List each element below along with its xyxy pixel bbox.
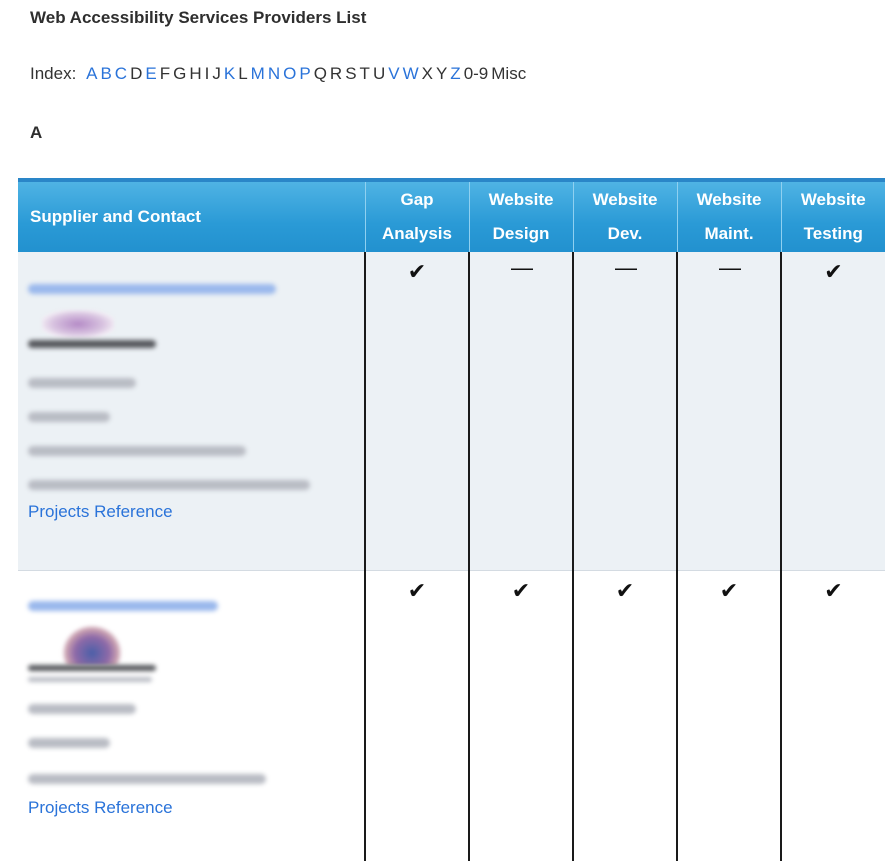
header-gap-analysis: Gap Analysis — [364, 178, 469, 252]
supplier-logo-caption — [28, 340, 156, 348]
supplier-logo-tagline — [28, 677, 152, 682]
index-letter-s: S — [345, 64, 357, 83]
index-letter-l: L — [238, 64, 248, 83]
index-letter-r: R — [329, 64, 343, 83]
cell-website-maint: ✔ — [676, 570, 781, 861]
check-icon: ✔ — [719, 578, 739, 603]
index-letter-k[interactable]: K — [224, 64, 235, 83]
supplier-logo — [42, 310, 114, 338]
check-icon: ✔ — [824, 578, 843, 603]
index-letter-x: X — [421, 64, 433, 83]
index-letters: A B C D E F G H I J K L M N O P Q R S T U V W X Y Z 0-9 Misc — [86, 64, 529, 83]
check-icon: ✔ — [407, 578, 427, 603]
index-letter-c[interactable]: C — [115, 64, 127, 83]
alphabet-index: Index: A B C D E F G H I J K L M N O P Q R S T U V W X Y Z 0-9 Misc — [30, 64, 529, 84]
supplier-contact-cell: Projects Reference — [18, 570, 365, 861]
index-letter-a[interactable]: A — [86, 64, 97, 83]
index-label: Index: — [30, 64, 77, 83]
supplier-logo-caption — [28, 665, 156, 671]
contact-name — [28, 378, 136, 388]
cell-website-design: — — [468, 252, 573, 571]
index-letter-z[interactable]: Z — [450, 64, 460, 83]
header-website-maint: Website Maint. — [676, 178, 781, 252]
cell-website-design: ✔ — [468, 570, 573, 861]
index-letter-g: G — [173, 64, 187, 83]
supplier-logo — [62, 625, 122, 665]
check-icon: ✔ — [511, 578, 531, 603]
cell-gap-analysis: ✔ — [364, 252, 469, 571]
cell-website-dev: ✔ — [572, 570, 677, 861]
section-heading: A — [30, 123, 43, 142]
contact-email — [28, 446, 246, 456]
contact-name — [28, 704, 136, 714]
index-letter-e[interactable]: E — [145, 64, 156, 83]
cell-website-dev: — — [572, 252, 677, 571]
index-letter-q: Q — [313, 64, 327, 83]
page-title: Web Accessibility Services Providers Lis… — [30, 8, 367, 27]
index-letter-b[interactable]: B — [100, 64, 111, 83]
projects-reference-link[interactable]: Projects Reference — [28, 798, 364, 818]
index-letter-n[interactable]: N — [268, 64, 280, 83]
index-letter-o[interactable]: O — [283, 64, 296, 83]
cell-website-testing: ✔ — [780, 570, 885, 861]
table-header-row: Supplier and Contact Gap Analysis Websit… — [18, 178, 885, 252]
cell-website-testing: ✔ — [780, 252, 885, 571]
index-letter-y: Y — [435, 64, 448, 83]
index-letter-i: I — [204, 64, 210, 83]
dash-icon: — — [511, 255, 533, 280]
index-letter-misc: Misc — [491, 64, 527, 83]
providers-table: Supplier and Contact Gap Analysis Websit… — [18, 178, 885, 861]
index-letter-u: U — [372, 64, 386, 83]
contact-email-secondary — [28, 480, 310, 490]
header-website-design: Website Design — [468, 178, 573, 252]
header-website-dev: Website Dev. — [572, 178, 677, 252]
index-letter-h: H — [189, 64, 202, 83]
check-icon: ✔ — [407, 259, 427, 284]
dash-icon: — — [719, 255, 741, 280]
table-row: Projects Reference ✔ — — — ✔ — [18, 252, 885, 571]
supplier-name-link[interactable] — [28, 601, 218, 611]
index-letter-w[interactable]: W — [403, 64, 419, 83]
dash-icon: — — [615, 255, 637, 280]
index-letter-v[interactable]: V — [388, 64, 399, 83]
index-letter-d: D — [130, 64, 143, 83]
index-letter-0-9: 0-9 — [463, 64, 489, 83]
cell-gap-analysis: ✔ — [364, 570, 469, 861]
cell-website-maint: — — [676, 252, 781, 571]
contact-email — [28, 774, 266, 784]
contact-phone — [28, 412, 110, 422]
contact-phone — [28, 738, 110, 748]
index-letter-f: F — [159, 64, 171, 83]
supplier-contact-cell: Projects Reference — [18, 252, 365, 571]
index-letter-m[interactable]: M — [251, 64, 265, 83]
index-letter-j: J — [212, 64, 221, 83]
check-icon: ✔ — [615, 578, 635, 603]
supplier-name-link[interactable] — [28, 284, 276, 294]
index-letter-t: T — [359, 64, 370, 83]
check-icon: ✔ — [824, 259, 843, 284]
projects-reference-link[interactable]: Projects Reference — [28, 502, 364, 522]
table-row: Projects Reference ✔ ✔ ✔ ✔ ✔ — [18, 570, 885, 861]
header-supplier-contact: Supplier and Contact — [18, 178, 365, 252]
header-website-testing: Website Testing — [780, 178, 885, 252]
index-letter-p[interactable]: P — [299, 64, 310, 83]
